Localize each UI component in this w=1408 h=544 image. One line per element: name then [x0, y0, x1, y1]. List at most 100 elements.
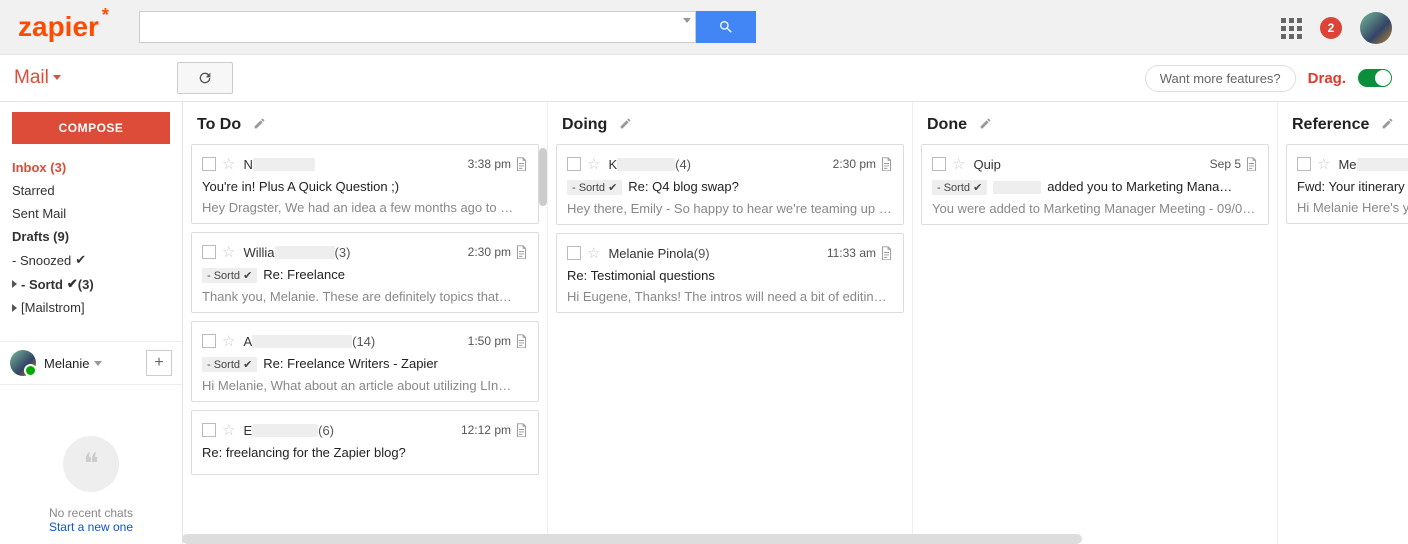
star-icon[interactable]: ☆	[222, 155, 235, 173]
add-contact-button[interactable]: +	[146, 350, 172, 376]
card-checkbox[interactable]	[202, 245, 216, 259]
sidebar-item-label: - Sortd	[21, 277, 63, 292]
email-card[interactable]: ☆QuipSep 5- Sortd ✔added you to Marketin…	[921, 144, 1269, 225]
redacted-text	[253, 158, 315, 171]
toolbar: Mail Want more features? Drag.	[0, 55, 1408, 102]
sidebar-item-label: Drafts (9)	[12, 229, 69, 244]
timestamp: 3:38 pm	[468, 157, 511, 171]
sender-name: Melanie Pinola	[608, 246, 693, 261]
compose-button[interactable]: COMPOSE	[12, 112, 170, 144]
star-icon[interactable]: ☆	[952, 155, 965, 173]
email-card[interactable]: ☆K (4)2:30 pm- Sortd ✔Re: Q4 blog swap?H…	[556, 144, 904, 225]
card-checkbox[interactable]	[202, 334, 216, 348]
sidebar-item[interactable]: [Mailstrom]	[0, 296, 182, 319]
label-tag[interactable]: - Sortd ✔	[932, 180, 987, 195]
thread-count: (14)	[352, 334, 375, 349]
column-title: Done	[927, 116, 967, 134]
email-card[interactable]: ☆Melanie Pinola (9)11:33 amRe: Testimoni…	[556, 233, 904, 313]
search-dropdown-caret[interactable]	[683, 18, 691, 23]
card-checkbox[interactable]	[202, 157, 216, 171]
top-bar: zapier* 2	[0, 0, 1408, 55]
apps-grid-icon[interactable]	[1281, 18, 1302, 39]
sidebar-item[interactable]	[0, 319, 182, 335]
sidebar: COMPOSE Inbox (3) Starred Sent Mail Drafts …	[0, 102, 183, 544]
check-icon: ✔	[67, 276, 78, 292]
document-icon	[880, 157, 893, 172]
sender-name: Me	[1338, 157, 1356, 172]
caret-down-icon[interactable]	[94, 361, 102, 366]
horizontal-scrollbar[interactable]	[182, 534, 1082, 544]
email-card[interactable]: ☆E (6)12:12 pmRe: freelancing for the Za…	[191, 410, 539, 475]
email-card[interactable]: ☆Willia (3)2:30 pm- Sortd ✔Re: Freelance…	[191, 232, 539, 313]
star-icon[interactable]: ☆	[587, 155, 600, 173]
edit-icon[interactable]	[979, 117, 992, 133]
star-icon[interactable]: ☆	[587, 244, 600, 262]
label-tag[interactable]: - Sortd ✔	[567, 180, 622, 195]
star-icon[interactable]: ☆	[222, 243, 235, 261]
star-icon[interactable]: ☆	[222, 421, 235, 439]
hangouts-icon: ❝	[63, 436, 119, 492]
redacted-text	[275, 246, 335, 259]
timestamp: 2:30 pm	[833, 157, 876, 171]
account-avatar[interactable]	[1360, 12, 1392, 44]
hangouts-user-row[interactable]: Melanie +	[0, 341, 182, 385]
sidebar-item-label: Sent Mail	[12, 206, 66, 221]
document-icon	[515, 334, 528, 349]
redacted-text	[252, 424, 318, 437]
refresh-button[interactable]	[177, 62, 233, 94]
presence-dot	[24, 364, 37, 377]
thread-count: (9)	[694, 246, 710, 261]
start-chat-link[interactable]: Start a new one	[49, 520, 133, 534]
sidebar-item[interactable]: Sent Mail	[0, 202, 182, 225]
logo: zapier*	[12, 11, 117, 43]
board-column: Reference☆MeFwd: Your itinerary for youH…	[1278, 102, 1408, 544]
redacted-text	[993, 181, 1041, 194]
redacted-text	[252, 335, 352, 348]
sidebar-item[interactable]: - Sortd ✔ (3)	[0, 272, 182, 296]
email-subject: - Sortd ✔Re: Q4 blog swap?	[567, 179, 893, 195]
board-column: Doing☆K (4)2:30 pm- Sortd ✔Re: Q4 blog s…	[548, 102, 913, 544]
sidebar-item[interactable]: Inbox (3)	[0, 156, 182, 179]
sidebar-item[interactable]: Starred	[0, 179, 182, 202]
column-header: Done	[921, 102, 1269, 144]
search-button[interactable]	[696, 11, 756, 43]
email-card[interactable]: ☆N3:38 pmYou're in! Plus A Quick Questio…	[191, 144, 539, 224]
sidebar-item[interactable]: Drafts (9)	[0, 225, 182, 248]
column-title: To Do	[197, 116, 241, 134]
star-icon[interactable]: ☆	[1317, 155, 1330, 173]
vertical-scrollbar[interactable]	[539, 148, 547, 206]
notification-badge[interactable]: 2	[1320, 17, 1342, 39]
search-wrap	[139, 11, 756, 43]
edit-icon[interactable]	[619, 117, 632, 133]
sidebar-item[interactable]: - Snoozed ✔	[0, 248, 182, 272]
email-card[interactable]: ☆MeFwd: Your itinerary for youHi Melanie…	[1286, 144, 1408, 224]
star-icon[interactable]: ☆	[222, 332, 235, 350]
sender-name: A	[243, 334, 252, 349]
search-input[interactable]	[139, 11, 696, 43]
mail-dropdown[interactable]: Mail	[12, 67, 65, 89]
hangouts-panel: ❝ No recent chats Start a new one	[0, 436, 182, 534]
label-tag[interactable]: - Sortd ✔	[202, 268, 257, 283]
kanban-board: To Do ☆N3:38 pmYou're in! Plus A Quick Qu…	[183, 102, 1408, 544]
email-preview: Thank you, Melanie. These are definitely…	[202, 289, 528, 304]
card-checkbox[interactable]	[1297, 157, 1311, 171]
edit-icon[interactable]	[253, 117, 266, 133]
thread-count: (4)	[675, 157, 691, 172]
drag-toggle[interactable]	[1358, 69, 1392, 87]
label-tag[interactable]: - Sortd ✔	[202, 357, 257, 372]
redacted-text	[1357, 158, 1408, 171]
edit-icon[interactable]	[1381, 117, 1394, 133]
email-card[interactable]: ☆A (14)1:50 pm- Sortd ✔Re: Freelance Wri…	[191, 321, 539, 402]
sidebar-item-label: Inbox (3)	[12, 160, 66, 175]
card-checkbox[interactable]	[932, 157, 946, 171]
email-preview: Hi Melanie, What about an article about …	[202, 378, 528, 393]
sender-name: K	[608, 157, 617, 172]
features-pill[interactable]: Want more features?	[1145, 65, 1296, 92]
sender-name: Quip	[973, 157, 1000, 172]
user-avatar	[10, 350, 36, 376]
card-checkbox[interactable]	[567, 246, 581, 260]
card-checkbox[interactable]	[567, 157, 581, 171]
card-checkbox[interactable]	[202, 423, 216, 437]
document-icon	[880, 246, 893, 261]
expand-arrow-icon	[12, 304, 17, 312]
